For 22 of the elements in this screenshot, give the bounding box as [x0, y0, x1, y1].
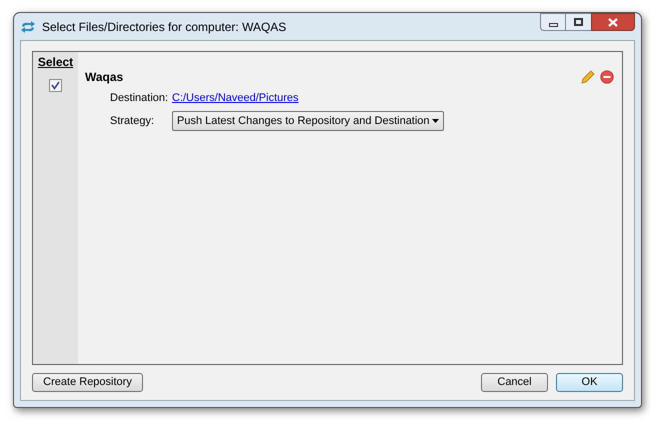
pencil-icon[interactable]: [581, 70, 595, 84]
check-icon: [51, 81, 60, 90]
maximize-icon: [574, 18, 583, 26]
ok-button[interactable]: OK: [556, 373, 623, 392]
create-repository-button[interactable]: Create Repository: [32, 373, 143, 392]
checkbox[interactable]: [49, 79, 62, 92]
cancel-button[interactable]: Cancel: [481, 373, 548, 392]
close-button[interactable]: [591, 13, 635, 31]
strategy-dropdown[interactable]: Push Latest Changes to Repository and Destination: [172, 111, 444, 131]
sync-icon: [20, 20, 36, 32]
field-label: Strategy:: [110, 114, 156, 129]
minimize-icon: [548, 22, 558, 26]
caret-icon: [432, 119, 439, 123]
close-icon: [608, 18, 618, 26]
remove-icon[interactable]: [600, 70, 614, 84]
field-label: Destination:: [110, 90, 170, 106]
window-title: Select Files/Directories for computer: WAQAS: [42, 18, 286, 36]
column-header: Select: [38, 54, 74, 71]
minimize-button[interactable]: [540, 13, 566, 31]
maximize-button[interactable]: [566, 13, 591, 31]
destination-link[interactable]: C:/Users/Naveed/Pictures: [172, 90, 299, 106]
item-name: Waqas: [85, 69, 124, 86]
